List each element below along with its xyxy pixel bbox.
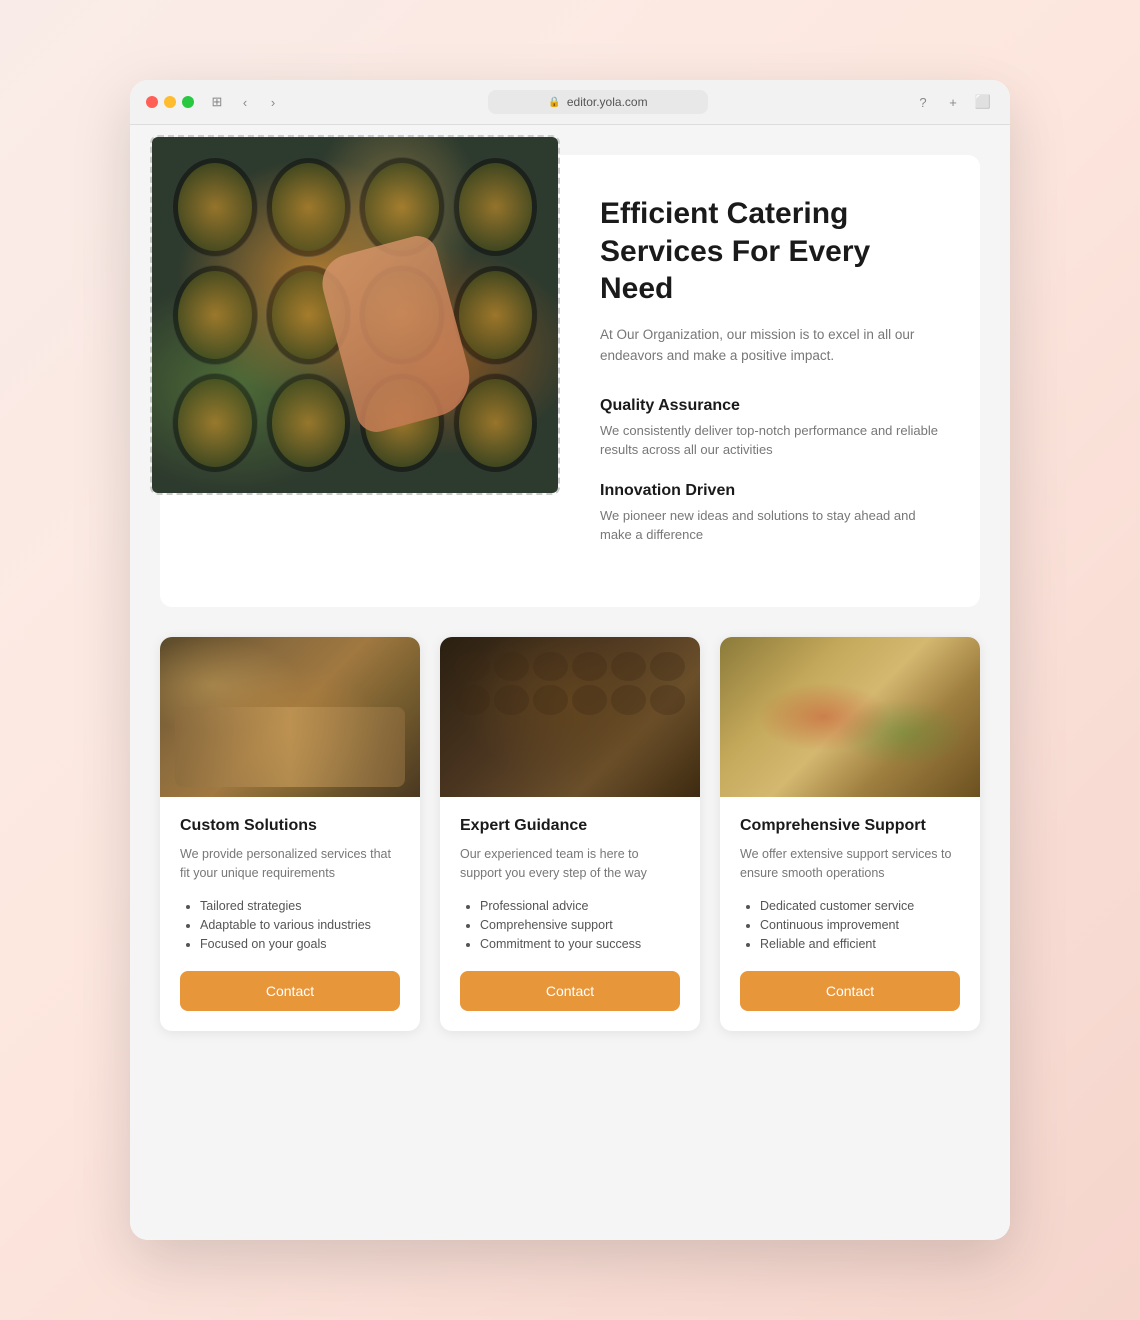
help-button[interactable]: ?: [912, 91, 934, 113]
hero-subtitle: At Our Organization, our mission is to e…: [600, 324, 940, 367]
hero-image-container: [150, 135, 570, 587]
card-list-custom: Tailored strategies Adaptable to various…: [180, 899, 400, 951]
back-button[interactable]: ‹: [234, 91, 256, 113]
feature-quality-desc: We consistently deliver top-notch perfor…: [600, 421, 940, 460]
card-image-chocolate: [440, 637, 700, 797]
feature-quality-title: Quality Assurance: [600, 397, 940, 415]
dot-3: [533, 652, 568, 682]
address-bar[interactable]: 🔒 editor.yola.com: [488, 90, 708, 114]
dot-10: [572, 685, 607, 715]
hero-food-image: [152, 137, 558, 493]
list-item-dedicated: Dedicated customer service: [760, 899, 960, 913]
card-comprehensive-support: Comprehensive Support We offer extensive…: [720, 637, 980, 1032]
extensions-button[interactable]: ⬜: [972, 91, 994, 113]
cards-section: Custom Solutions We provide personalized…: [130, 637, 1010, 1032]
lock-icon: 🔒: [548, 97, 560, 108]
cards-grid: Custom Solutions We provide personalized…: [160, 637, 980, 1032]
hero-image-dashed: [150, 135, 560, 495]
card-list-expert: Professional advice Comprehensive suppor…: [460, 899, 680, 951]
dot-5: [611, 652, 646, 682]
add-tab-button[interactable]: +: [942, 91, 964, 113]
food-cup-1: [172, 157, 258, 257]
feature-innovation: Innovation Driven We pioneer new ideas a…: [600, 482, 940, 545]
card-title-expert: Expert Guidance: [460, 817, 680, 835]
card-list-comprehensive: Dedicated customer service Continuous im…: [740, 899, 960, 951]
dot-12: [650, 685, 685, 715]
contact-button-custom[interactable]: Contact: [180, 971, 400, 1011]
hero-title: Efficient Catering Services For Every Ne…: [600, 195, 940, 308]
card-desc-custom: We provide personalized services that fi…: [180, 845, 400, 884]
food-cup-5: [172, 265, 258, 365]
browser-window: ⊞ ‹ › 🔒 editor.yola.com ? + ⬜: [130, 80, 1010, 1240]
list-item-commitment: Commitment to your success: [480, 937, 680, 951]
dot-1: [455, 652, 490, 682]
dot-9: [533, 685, 568, 715]
hero-section: Efficient Catering Services For Every Ne…: [160, 155, 980, 607]
card-image-grilled-food: [160, 637, 420, 797]
list-item-adaptable: Adaptable to various industries: [200, 918, 400, 932]
browser-actions: ? + ⬜: [912, 91, 994, 113]
feature-innovation-title: Innovation Driven: [600, 482, 940, 500]
list-item-comprehensive: Comprehensive support: [480, 918, 680, 932]
dots-overlay: [440, 637, 700, 797]
list-item-focused: Focused on your goals: [200, 937, 400, 951]
card-title-custom: Custom Solutions: [180, 817, 400, 835]
dot-4: [572, 652, 607, 682]
traffic-light-red[interactable]: [146, 96, 158, 108]
dot-8: [494, 685, 529, 715]
food-cup-2: [266, 157, 352, 257]
browser-chrome: ⊞ ‹ › 🔒 editor.yola.com ? + ⬜: [130, 80, 1010, 125]
address-bar-wrap: 🔒 editor.yola.com: [296, 90, 900, 114]
card-custom-solutions: Custom Solutions We provide personalized…: [160, 637, 420, 1032]
dot-6: [650, 652, 685, 682]
feature-quality: Quality Assurance We consistently delive…: [600, 397, 940, 460]
dot-7: [455, 685, 490, 715]
dot-2: [494, 652, 529, 682]
forward-button[interactable]: ›: [262, 91, 284, 113]
dot-11: [611, 685, 646, 715]
card-body-custom: Custom Solutions We provide personalized…: [160, 797, 420, 1032]
card-body-comprehensive: Comprehensive Support We offer extensive…: [720, 797, 980, 1032]
browser-controls: ⊞ ‹ ›: [206, 91, 284, 113]
food-cup-10: [266, 373, 352, 473]
food-cup-4: [453, 157, 539, 257]
sidebar-toggle-button[interactable]: ⊞: [206, 91, 228, 113]
traffic-lights: [146, 96, 194, 108]
card-body-expert: Expert Guidance Our experienced team is …: [440, 797, 700, 1032]
card-title-comprehensive: Comprehensive Support: [740, 817, 960, 835]
hero-text: Efficient Catering Services For Every Ne…: [570, 155, 980, 607]
list-item-tailored: Tailored strategies: [200, 899, 400, 913]
list-item-reliable: Reliable and efficient: [760, 937, 960, 951]
card-desc-comprehensive: We offer extensive support services to e…: [740, 845, 960, 884]
contact-button-comprehensive[interactable]: Contact: [740, 971, 960, 1011]
traffic-light-green[interactable]: [182, 96, 194, 108]
feature-innovation-desc: We pioneer new ideas and solutions to st…: [600, 506, 940, 545]
food-cup-9: [172, 373, 258, 473]
list-item-professional: Professional advice: [480, 899, 680, 913]
card-image-canapes: [720, 637, 980, 797]
food-cup-8: [453, 265, 539, 365]
card-expert-guidance: Expert Guidance Our experienced team is …: [440, 637, 700, 1032]
url-text: editor.yola.com: [567, 95, 648, 109]
card-desc-expert: Our experienced team is here to support …: [460, 845, 680, 884]
traffic-light-yellow[interactable]: [164, 96, 176, 108]
list-item-continuous: Continuous improvement: [760, 918, 960, 932]
contact-button-expert[interactable]: Contact: [460, 971, 680, 1011]
page-content: Efficient Catering Services For Every Ne…: [130, 125, 1010, 1240]
